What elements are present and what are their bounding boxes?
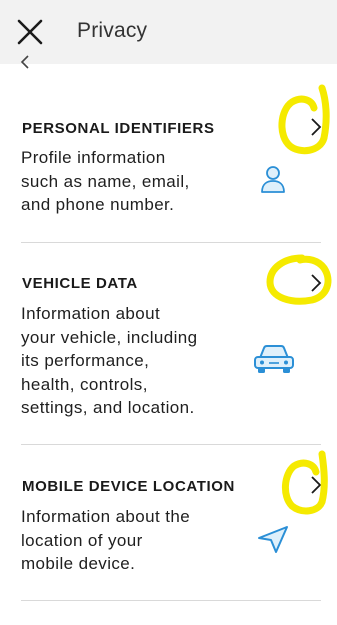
section-description: Information about the location of your m… <box>21 507 191 573</box>
location-arrow-icon <box>258 526 288 553</box>
chevron-left-icon[interactable] <box>14 54 36 70</box>
section-title: VEHICLE DATA <box>22 275 138 292</box>
chevron-right-icon[interactable] <box>306 474 326 496</box>
close-icon <box>17 19 43 45</box>
car-icon <box>254 345 294 373</box>
page-title: Privacy <box>77 19 148 42</box>
divider <box>21 444 321 445</box>
highlight-circle-annotation <box>278 84 330 155</box>
chevron-right-icon[interactable] <box>306 116 326 138</box>
chevron-right-icon[interactable] <box>306 272 326 294</box>
section-description: Information about your vehicle, includin… <box>21 304 198 417</box>
top-bar: Privacy <box>0 0 337 64</box>
section-title: MOBILE DEVICE LOCATION <box>22 478 235 495</box>
divider <box>21 242 321 243</box>
highlight-circle-annotation <box>282 450 328 515</box>
person-icon <box>261 166 285 193</box>
section-title: PERSONAL IDENTIFIERS <box>22 120 215 137</box>
close-button[interactable] <box>12 14 48 50</box>
divider <box>21 600 321 601</box>
section-description: Profile information such as name, email,… <box>21 148 190 214</box>
